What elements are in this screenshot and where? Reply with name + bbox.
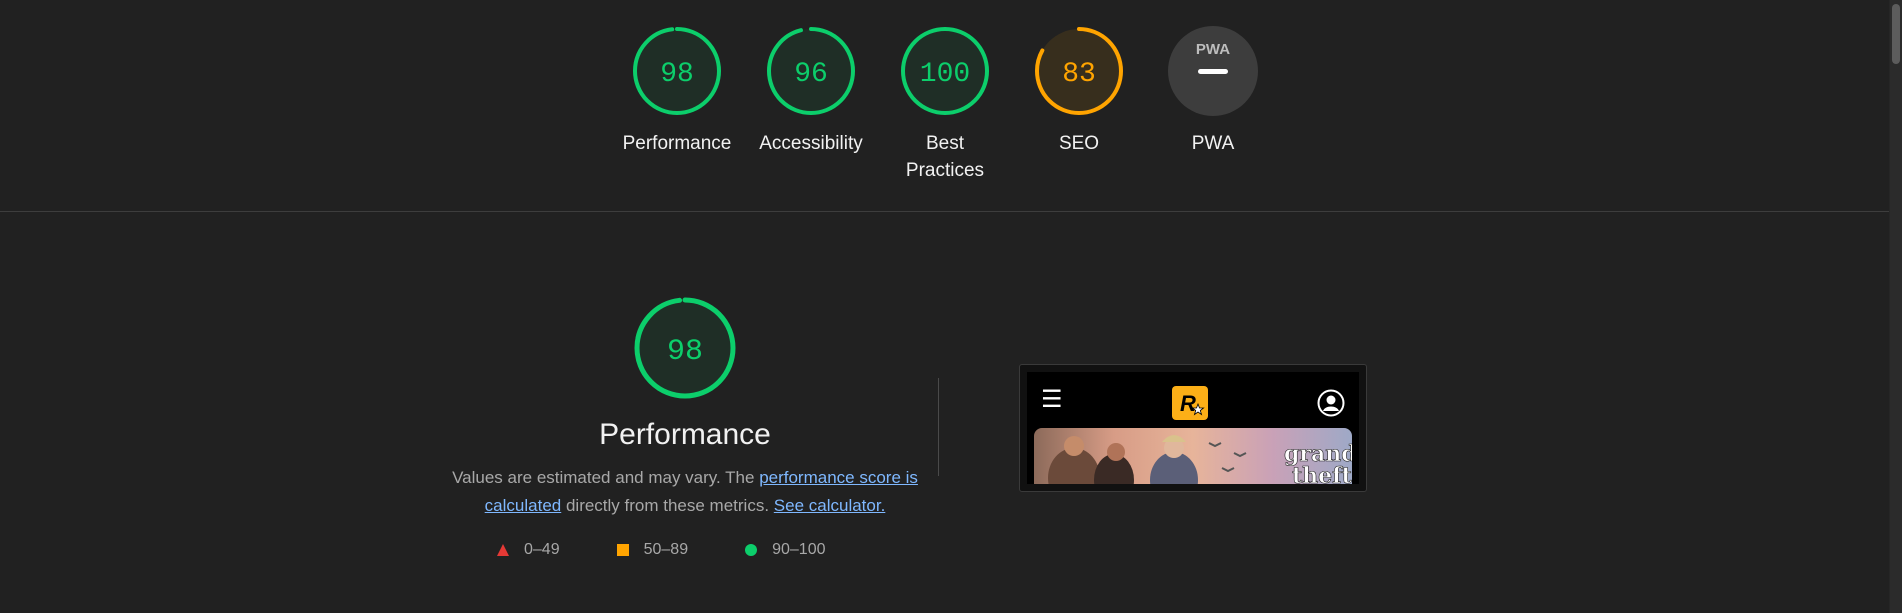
section-divider: [0, 211, 1890, 212]
rockstar-logo-icon: R: [1172, 386, 1208, 420]
accessibility-gauge: 96: [767, 27, 855, 115]
gauge-seo[interactable]: 83 SEO: [1012, 26, 1146, 184]
gauge-accessibility[interactable]: 96 Accessibility: [744, 26, 878, 184]
gauge-label-line1: Best: [925, 133, 965, 154]
seo-gauge: 83: [1035, 27, 1123, 115]
page-scrollbar[interactable]: [1889, 0, 1902, 613]
vertical-separator: [938, 378, 939, 476]
score-summary: 98 Performance 96 Accessibility 100 Best…: [0, 26, 1890, 184]
legend-average: 50–89: [616, 541, 689, 559]
gauge-label: Best Practices: [878, 130, 1012, 184]
user-circle-icon: [1317, 389, 1345, 417]
performance-title: Performance: [599, 418, 771, 451]
circle-icon: [745, 544, 758, 556]
screenshot-viewport: ☰ R grand theft: [1027, 372, 1359, 484]
performance-score: 98: [667, 335, 703, 369]
gauge-label-line1: SEO: [1058, 133, 1100, 154]
lighthouse-report: 98 Performance 96 Accessibility 100 Best…: [0, 0, 1902, 613]
gauge-label: Performance: [610, 130, 744, 157]
performance-description: Values are estimated and may vary. The p…: [440, 464, 930, 520]
best-practices-gauge: 100: [901, 27, 989, 115]
score-legend: 0–49 50–89 90–100: [496, 541, 881, 559]
desc-middle: directly from these metrics.: [561, 496, 774, 515]
gauge-best-practices[interactable]: 100 Best Practices: [878, 26, 1012, 184]
gauge-label-line1: Performance: [622, 133, 732, 154]
legend-fail: 0–49: [496, 541, 560, 559]
legend-pass: 90–100: [744, 541, 825, 559]
pwa-badge-icon: PWA: [1168, 26, 1258, 116]
desc-prefix: Values are estimated and may vary. The: [452, 468, 760, 487]
legend-average-range: 50–89: [643, 541, 689, 558]
triangle-icon: [497, 544, 509, 556]
game-banner-image: grand theft: [1034, 428, 1352, 484]
hamburger-icon: ☰: [1041, 386, 1063, 413]
pwa-badge-text: PWA: [1196, 41, 1230, 58]
gauge-pwa[interactable]: PWA PWA: [1146, 26, 1280, 184]
performance-gauge: 98: [633, 27, 721, 115]
see-calculator-link[interactable]: See calculator.: [774, 496, 886, 515]
gauge-label-line1: PWA: [1191, 133, 1235, 154]
gauge-score: 98: [660, 59, 694, 90]
gauge-performance[interactable]: 98 Performance: [610, 26, 744, 184]
gauge-label: Accessibility: [744, 130, 878, 157]
square-icon: [616, 544, 629, 556]
gauge-score: 96: [794, 59, 828, 90]
gauge-score: 83: [1062, 59, 1096, 90]
gauge-label-line1: Accessibility: [759, 133, 863, 154]
gauge-label-line2: Practices: [905, 160, 985, 181]
svg-text:R: R: [1180, 391, 1196, 416]
gauge-label: SEO: [1012, 130, 1146, 157]
legend-fail-range: 0–49: [524, 541, 560, 558]
gauge-label: PWA: [1146, 130, 1280, 157]
svg-text:theft: theft: [1292, 463, 1352, 484]
final-screenshot[interactable]: ☰ R grand theft: [1019, 364, 1367, 492]
legend-pass-range: 90–100: [772, 541, 826, 558]
performance-summary: 98 Performance Values are estimated and …: [440, 296, 930, 520]
scrollbar-thumb[interactable]: [1892, 4, 1900, 64]
gauge-score: 100: [920, 59, 970, 90]
performance-large-gauge: 98: [634, 297, 736, 399]
